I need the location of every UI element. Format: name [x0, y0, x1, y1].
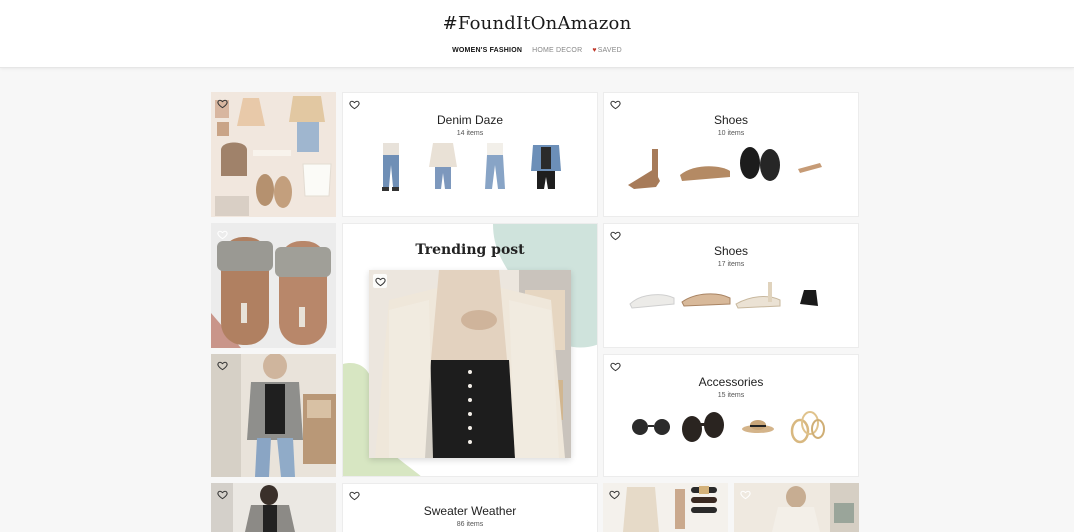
photo-tile-cardigan-outfit[interactable]	[211, 354, 336, 477]
heart-icon[interactable]	[215, 487, 229, 501]
tab-womens-fashion[interactable]: WOMEN'S FASHION	[452, 47, 522, 54]
collection-title: Accessories	[698, 375, 764, 389]
collection-card-sweater-weather[interactable]: Sweater Weather 86 items	[342, 483, 598, 532]
collection-count: 17 items	[717, 261, 745, 268]
collection-title: Denim Daze	[436, 113, 504, 127]
collection-title: Sweater Weather	[423, 504, 517, 518]
heart-icon[interactable]	[215, 96, 229, 110]
heart-icon[interactable]	[373, 274, 387, 288]
trending-title: Trending post	[415, 242, 525, 258]
collection-card-shoes-17[interactable]: Shoes 17 items	[603, 223, 859, 348]
tab-home-decor[interactable]: HOME DECOR	[532, 47, 582, 54]
heart-icon[interactable]	[608, 97, 622, 111]
photo-tile-sandals[interactable]	[211, 223, 336, 348]
heart-icon[interactable]	[215, 358, 229, 372]
denim-products-image	[382, 143, 561, 191]
site-header: #FoundItOnAmazon WOMEN'S FASHION HOME DE…	[0, 0, 1074, 68]
shoes-products-image	[628, 147, 822, 189]
collection-count: 14 items	[456, 130, 484, 137]
collection-count: 86 items	[456, 521, 484, 528]
collection-card-accessories[interactable]: Accessories 15 items	[603, 354, 859, 477]
trending-photo[interactable]	[369, 270, 571, 458]
selfie-image	[211, 483, 336, 532]
flatlay-image	[211, 92, 336, 217]
collection-count: 15 items	[717, 392, 745, 399]
trending-post-card[interactable]: Trending post	[342, 223, 598, 477]
heart-icon[interactable]	[608, 359, 622, 373]
lounge-image	[734, 483, 859, 532]
heart-icon[interactable]	[608, 228, 622, 242]
photo-tile-mirror-selfie[interactable]	[211, 483, 336, 532]
tab-saved-label: SAVED	[597, 47, 622, 54]
brand-title[interactable]: #FoundItOnAmazon	[0, 13, 1074, 34]
bodysuit-image	[603, 483, 728, 532]
heart-icon[interactable]	[347, 97, 361, 111]
collection-title: Shoes	[713, 113, 749, 127]
photo-tile-flatlay[interactable]	[211, 92, 336, 217]
trending-outfit-image	[369, 270, 571, 458]
collection-title: Shoes	[713, 244, 749, 258]
photo-tile-bodysuit[interactable]	[603, 483, 728, 532]
heart-icon[interactable]	[607, 487, 621, 501]
outfit-image	[211, 354, 336, 477]
sandals-image	[211, 223, 336, 348]
collection-card-denim-daze[interactable]: Denim Daze 14 items	[342, 92, 598, 217]
category-nav: WOMEN'S FASHION HOME DECOR ♥SAVED	[0, 47, 1074, 54]
tab-saved[interactable]: ♥SAVED	[592, 47, 622, 54]
heart-icon[interactable]	[738, 487, 752, 501]
heart-icon[interactable]	[347, 488, 361, 502]
collection-count: 10 items	[717, 130, 745, 137]
shoes2-products-image	[629, 282, 818, 309]
accessories-products-image	[632, 411, 825, 444]
photo-tile-lounge[interactable]	[734, 483, 859, 532]
saved-heart-icon: ♥	[592, 47, 597, 54]
heart-icon[interactable]	[215, 227, 229, 241]
collection-card-shoes-10[interactable]: Shoes 10 items	[603, 92, 859, 217]
